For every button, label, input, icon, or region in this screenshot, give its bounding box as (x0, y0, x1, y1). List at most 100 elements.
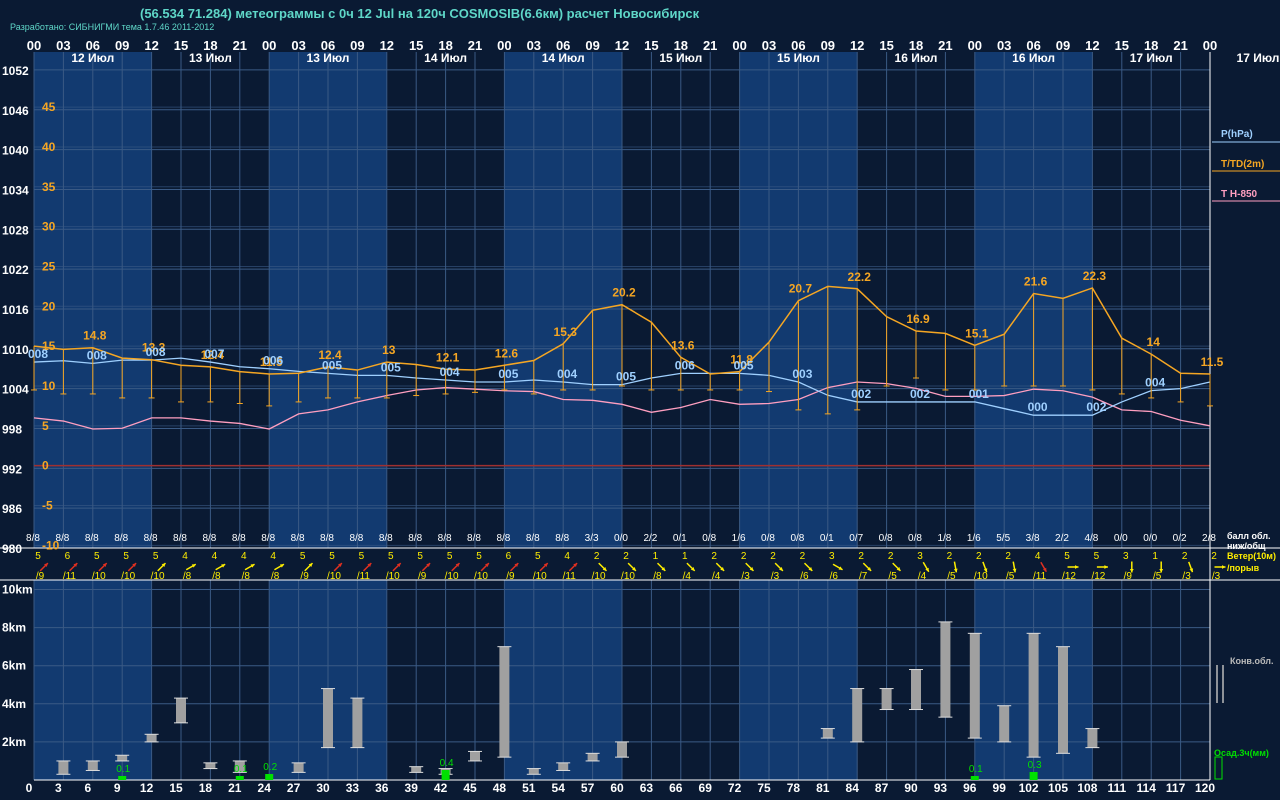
wind-speed-label: 4 (1035, 551, 1041, 562)
top-hour-label: 09 (585, 38, 599, 53)
pressure-tick-label: 1010 (2, 343, 29, 357)
cloud-fraction-label: 0/0 (1114, 533, 1128, 544)
wind-gust-label: /5 (1153, 571, 1162, 582)
convective-cloud-bar (558, 762, 569, 771)
wind-speed-label: 6 (506, 551, 512, 562)
top-hour-label: 03 (527, 38, 541, 53)
cloud-fraction-label: 0/0 (614, 533, 628, 544)
cloud-code-label: 002 (1086, 400, 1106, 414)
wind-speed-label: 4 (182, 551, 188, 562)
precip-bar (970, 776, 979, 780)
wind-gust-label: /9 (300, 571, 309, 582)
height-tick-label: 8km (2, 621, 26, 635)
cloud-fraction-label: 0/0 (1143, 533, 1157, 544)
convective-cloud-bar (499, 646, 510, 758)
bottom-hour-label: 12 (140, 781, 154, 795)
cloud-code-label: 004 (440, 365, 460, 379)
bottom-hour-label: 105 (1048, 781, 1068, 795)
day-label: 14 Июл (542, 51, 585, 65)
bottom-hour-label: 9 (114, 781, 121, 795)
cloud-code-label: 008 (87, 348, 107, 362)
top-hour-label: 15 (879, 38, 893, 53)
top-hour-label: 21 (233, 38, 247, 53)
convective-cloud-bar (940, 621, 951, 718)
bottom-hour-label: 15 (169, 781, 183, 795)
cloud-code-label: 004 (557, 367, 577, 381)
cloud-fraction-label: 8/8 (114, 533, 128, 544)
convective-cloud-bar (1087, 728, 1098, 748)
bottom-hour-label: 24 (258, 781, 272, 795)
bottom-hour-label: 87 (875, 781, 889, 795)
cloud-code-label: 005 (322, 358, 342, 372)
bottom-hour-label: 51 (522, 781, 536, 795)
temperature-label: 22.2 (848, 270, 872, 284)
top-hour-label: 12 (615, 38, 629, 53)
bottom-hour-label: 96 (963, 781, 977, 795)
precip-label: 0.2 (263, 762, 277, 773)
wind-speed-label: 5 (1094, 551, 1100, 562)
wind-speed-label: 2 (947, 551, 953, 562)
legend-pressure: P(hPa) (1221, 129, 1253, 140)
pressure-tick-label: 1022 (2, 263, 29, 277)
temp-tick-label: 30 (42, 220, 56, 234)
legend-cloud: балл обл. (1227, 531, 1271, 541)
cloud-fraction-label: 8/8 (291, 533, 305, 544)
top-hour-label: 12 (380, 38, 394, 53)
bottom-hour-label: 93 (934, 781, 948, 795)
temperature-label: 12.6 (495, 346, 519, 360)
wind-speed-label: 5 (329, 551, 335, 562)
cloud-fraction-label: 8/8 (173, 533, 187, 544)
wind-gust-label: /10 (92, 571, 106, 582)
day-label: 15 Июл (777, 51, 820, 65)
temperature-label: 11.5 (1201, 355, 1224, 369)
cloud-fraction-label: 8/8 (144, 533, 158, 544)
wind-gust-label: /9 (418, 571, 427, 582)
legend-wind: Ветер(10м) (1227, 551, 1276, 561)
pressure-tick-label: 1052 (2, 64, 29, 78)
cloud-fraction-label: 8/8 (85, 533, 99, 544)
legend-conv: Конв.обл. (1230, 656, 1274, 666)
bottom-hour-label: 21 (228, 781, 242, 795)
height-tick-label: 10km (2, 583, 33, 597)
wind-speed-label: 2 (888, 551, 894, 562)
cloud-fraction-label: 0/8 (761, 533, 775, 544)
wind-gust-label: /8 (242, 571, 251, 582)
cloud-fraction-label: 8/8 (55, 533, 69, 544)
wind-gust-label: /8 (653, 571, 662, 582)
cloud-fraction-label: 3/8 (1026, 533, 1040, 544)
cloud-code-label: 002 (851, 387, 871, 401)
cloud-fraction-label: 8/8 (526, 533, 540, 544)
wind-speed-label: 2 (1005, 551, 1011, 562)
wind-speed-label: 4 (270, 551, 276, 562)
wind-speed-label: 2 (1182, 551, 1188, 562)
wind-gust-label: /11 (357, 571, 371, 582)
convective-cloud-bar (617, 741, 627, 758)
cloud-fraction-label: 4/8 (1084, 533, 1098, 544)
top-hour-label: 21 (1173, 38, 1187, 53)
top-hour-label: 15 (644, 38, 658, 53)
cloud-fraction-label: 8/8 (232, 533, 246, 544)
wind-speed-label: 2 (800, 551, 806, 562)
cloud-fraction-label: 2/2 (643, 533, 657, 544)
pressure-tick-label: 1016 (2, 303, 29, 317)
convective-cloud-bar (58, 760, 69, 775)
temperature-label: 16.9 (906, 312, 930, 326)
cloud-fraction-label: 0/1 (673, 533, 687, 544)
cloud-fraction-label: 1/6 (732, 533, 746, 544)
cloud-fraction-label: 0/8 (702, 533, 716, 544)
height-tick-label: 2km (2, 735, 26, 749)
top-hour-label: 21 (703, 38, 717, 53)
cloud-fraction-label: 0/7 (849, 533, 863, 544)
top-hour-label: 00 (497, 38, 511, 53)
top-hour-label: 00 (732, 38, 746, 53)
convective-cloud-bar (852, 688, 863, 742)
wind-speed-label: 2 (976, 551, 982, 562)
cloud-fraction-label: 1/8 (937, 533, 951, 544)
temp-tick-label: -5 (42, 499, 53, 513)
convective-cloud-bar (352, 698, 363, 748)
bottom-hour-label: 84 (846, 781, 860, 795)
wind-gust-label: /10 (327, 571, 341, 582)
top-hour-label: 21 (938, 38, 952, 53)
cloud-fraction-label: 0/8 (790, 533, 804, 544)
wind-speed-label: 4 (564, 551, 570, 562)
